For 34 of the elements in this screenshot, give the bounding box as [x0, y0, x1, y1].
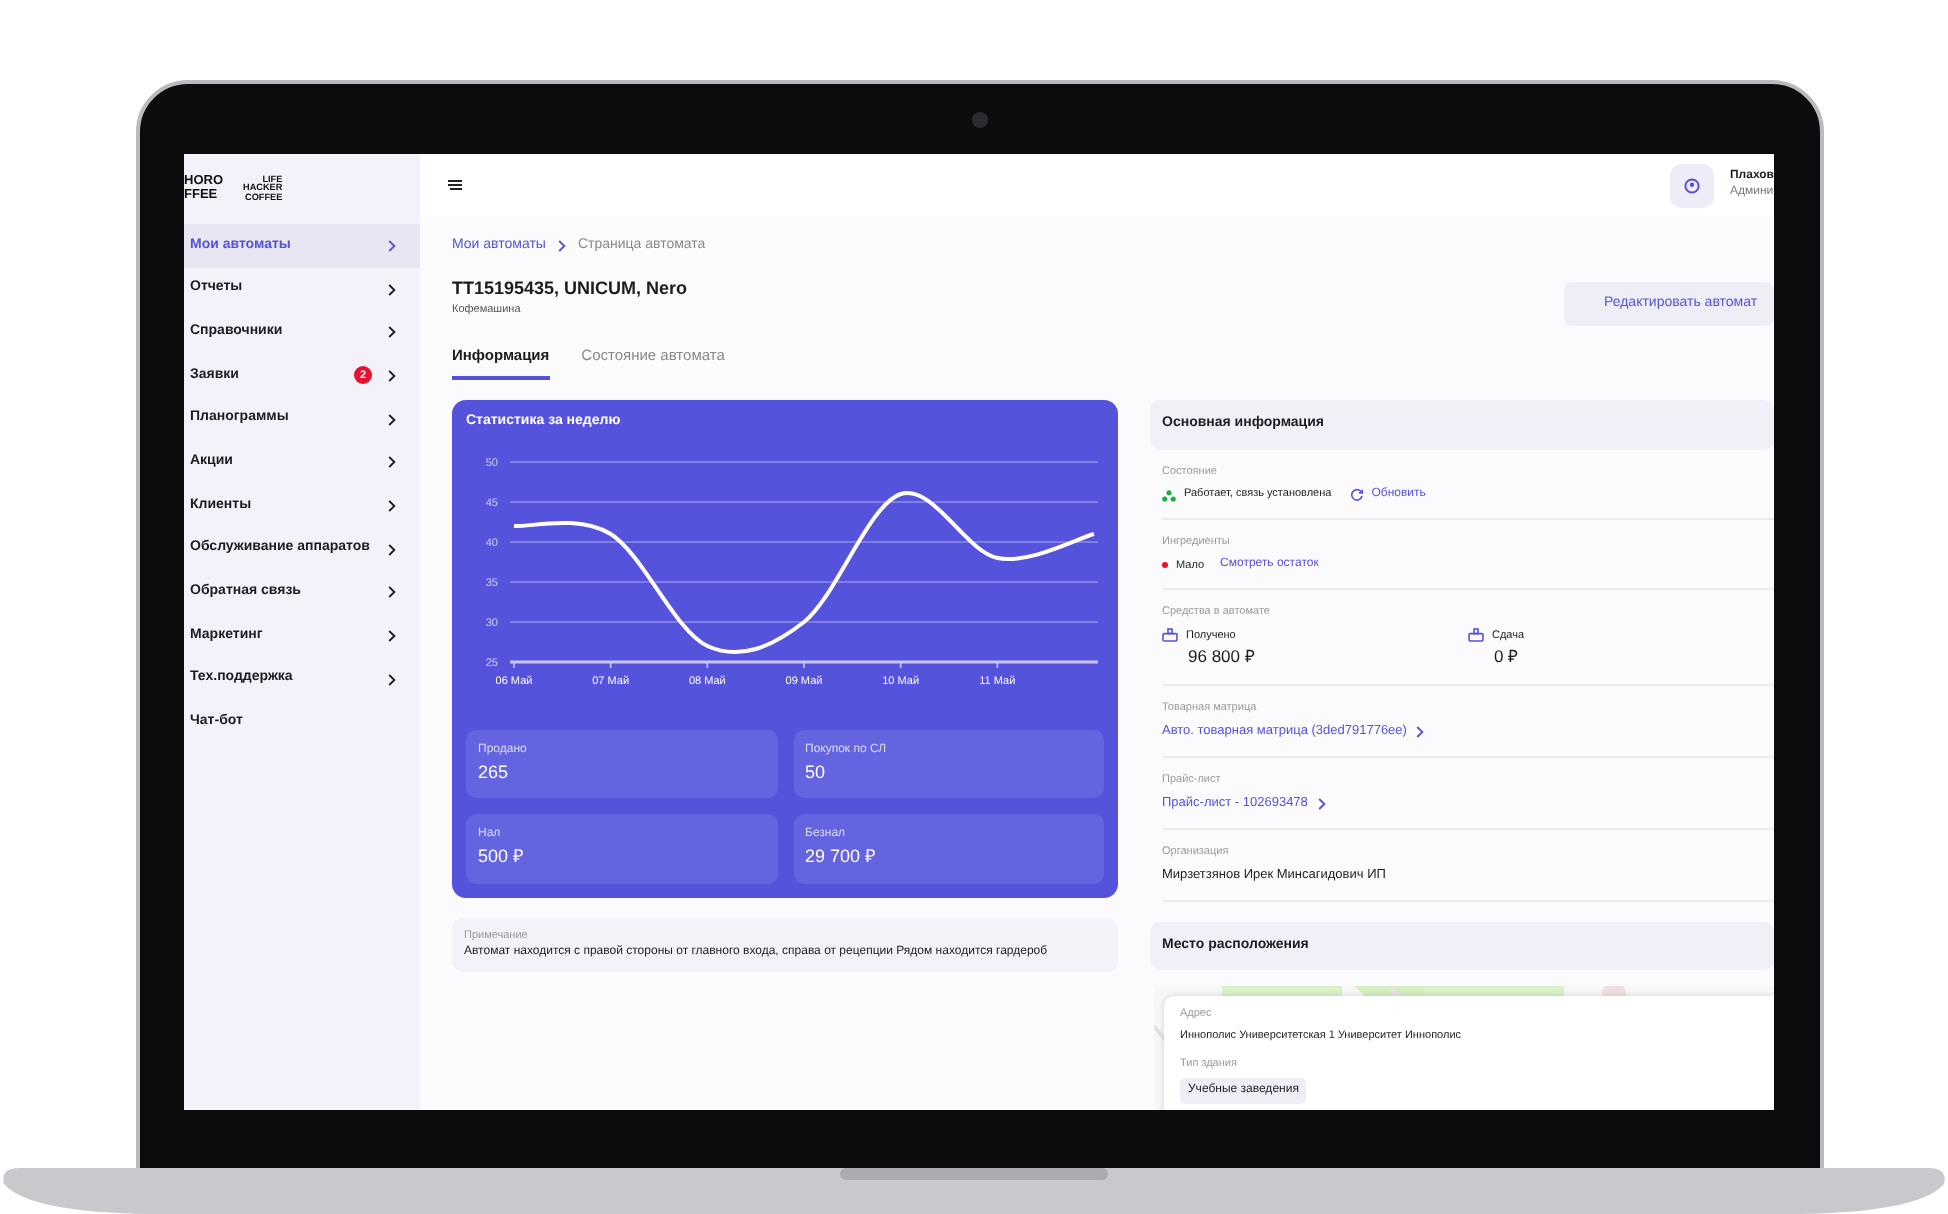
chevron-icon: [388, 499, 396, 512]
menu-icon[interactable]: [448, 180, 462, 190]
cash-register-icon: [1162, 628, 1178, 643]
money-value: 96 800 ₽: [1188, 643, 1257, 669]
stat-value: 29 700 ₽: [805, 844, 878, 871]
chevron-icon: [388, 283, 396, 296]
stat-value: 265: [478, 759, 511, 786]
user-avatar-button[interactable]: [1669, 163, 1714, 207]
chevron-icon: [388, 543, 396, 556]
chevron-icon: [388, 239, 396, 252]
stat-value: 50: [805, 759, 828, 786]
chevron-icon: [1317, 797, 1326, 810]
chevron-icon: [388, 413, 396, 426]
chevron-icon: [388, 586, 396, 599]
stat-value: 500 ₽: [478, 844, 526, 871]
chevron-icon: [1416, 725, 1425, 738]
status-icon: [1162, 489, 1176, 501]
chevron-icon: [388, 673, 396, 686]
money-value: 0 ₽: [1494, 643, 1521, 669]
tick-mark: [706, 660, 709, 669]
tick-mark: [513, 660, 515, 669]
user-icon: [1683, 177, 1700, 193]
refresh-icon[interactable]: [1349, 488, 1364, 502]
tick-mark: [996, 660, 999, 669]
tick-mark: [609, 660, 612, 669]
tick-mark: [899, 660, 902, 669]
cash-register-icon: [1468, 628, 1484, 643]
chevron-icon: [557, 240, 566, 252]
tick-mark: [803, 660, 805, 669]
chevron-icon: [388, 369, 396, 382]
chevron-icon: [388, 326, 396, 339]
chevron-icon: [388, 456, 396, 469]
chevron-icon: [388, 630, 396, 643]
page-title: TT15195435, UNICUM, Nero: [452, 275, 688, 301]
